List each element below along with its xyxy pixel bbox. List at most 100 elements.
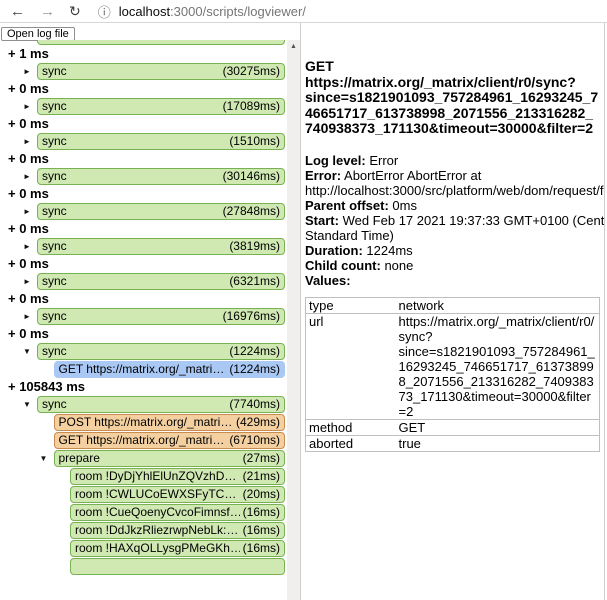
tree-row: ▼sync(7740ms) xyxy=(0,396,285,413)
table-key-cell: aborted xyxy=(306,435,396,451)
log-item[interactable]: POST https://matrix.org/_matri…(429ms) xyxy=(54,414,286,431)
expander-collapsed-icon[interactable]: ► xyxy=(20,137,37,146)
time-gap-label: + 0 ms xyxy=(8,187,285,201)
log-item[interactable]: sync(17089ms) xyxy=(37,98,285,115)
logviewer-app: Open log file + 1 ms►sync(30275ms)+ 0 ms… xyxy=(0,23,607,600)
log-item[interactable]: room !HAXqOLLysgPMeGKh…(16ms) xyxy=(70,540,285,557)
log-item[interactable]: sync(30275ms) xyxy=(37,63,285,80)
tree-row: ► sync (3819ms) xyxy=(0,238,285,255)
detail-field-label: Duration: xyxy=(305,243,363,258)
table-row: methodGET xyxy=(306,419,600,435)
site-info-icon[interactable]: ⓘ xyxy=(98,2,111,21)
reload-button[interactable]: ↻ xyxy=(69,4,81,19)
log-item-caption: sync xyxy=(42,239,67,254)
log-item[interactable]: room !CWLUCoEWXSFyTC… (20ms) xyxy=(70,486,285,503)
detail-field-value: Error xyxy=(369,153,398,168)
tree-row: ►sync(27848ms) xyxy=(0,203,285,220)
log-item[interactable]: room !CueQoenyCvcoFimnsf…(16ms) xyxy=(70,504,285,521)
log-item-caption: sync xyxy=(42,99,67,114)
expander-collapsed-icon[interactable]: ► xyxy=(20,207,37,216)
log-item-duration: (1224ms) xyxy=(226,344,280,359)
tree-row: GET https://matrix.org/_matri…(6710ms) xyxy=(0,432,285,449)
timeline-scrollbar[interactable]: ▲ xyxy=(287,40,300,600)
log-item-caption: sync xyxy=(42,344,67,359)
time-gap-label: + 0 ms xyxy=(8,117,285,131)
log-item-caption: sync xyxy=(42,397,67,412)
log-item-duration: (20ms) xyxy=(240,487,280,502)
values-table-body: typenetworkurlhttps://matrix.org/_matrix… xyxy=(306,297,600,451)
expander-expanded-icon[interactable]: ▼ xyxy=(37,454,54,463)
expander-collapsed-icon[interactable]: ► xyxy=(20,242,37,251)
detail-field-value: 1224ms xyxy=(366,243,412,258)
detail-field: Duration: 1224ms xyxy=(305,243,605,258)
log-item[interactable]: room !DdJkzRliezrwpNebLk:…(16ms) xyxy=(70,522,285,539)
tree-row xyxy=(0,40,285,45)
tree-row: POST https://matrix.org/_matri…(429ms) xyxy=(0,414,285,431)
log-item[interactable] xyxy=(70,558,285,575)
open-log-file-button[interactable]: Open log file xyxy=(1,27,75,41)
log-item[interactable]: sync(7740ms) xyxy=(37,396,285,413)
detail-field: Values: xyxy=(305,273,605,288)
tree-row: GET https://matrix.org/_matri…(1224ms) xyxy=(0,361,285,378)
url-bar[interactable]: localhost:3000/scripts/logviewer/ xyxy=(119,4,306,19)
expander-collapsed-icon[interactable]: ► xyxy=(20,102,37,111)
table-row: abortedtrue xyxy=(306,435,600,451)
log-item-duration: (16ms) xyxy=(240,523,280,538)
time-gap-label: + 0 ms xyxy=(8,327,285,341)
log-item-caption: sync xyxy=(42,64,67,79)
log-item-duration: (6710ms) xyxy=(226,433,280,448)
tree-row: ►sync(17089ms) xyxy=(0,98,285,115)
log-item-caption: room !DyDjYhlElUnZQVzhD… xyxy=(75,469,236,484)
detail-field-label: Child count: xyxy=(305,258,381,273)
detail-field-value: none xyxy=(384,258,413,273)
detail-field-label: Parent offset: xyxy=(305,198,389,213)
log-item[interactable]: sync (3819ms) xyxy=(37,238,285,255)
table-value-cell: network xyxy=(396,297,600,313)
log-item[interactable]: sync(30146ms) xyxy=(37,168,285,185)
log-item[interactable]: prepare(27ms) xyxy=(54,450,286,467)
forward-button[interactable]: → xyxy=(40,4,55,19)
log-item-duration: (16ms) xyxy=(240,541,280,556)
log-item[interactable]: sync (1224ms) xyxy=(37,343,285,360)
expander-collapsed-icon[interactable]: ► xyxy=(20,277,37,286)
table-row: typenetwork xyxy=(306,297,600,313)
expander-collapsed-icon[interactable]: ► xyxy=(20,312,37,321)
values-table: typenetworkurlhttps://matrix.org/_matrix… xyxy=(305,297,600,452)
expander-collapsed-icon[interactable]: ► xyxy=(20,172,37,181)
time-gap-label: + 0 ms xyxy=(8,152,285,166)
log-item[interactable]: sync(1510ms) xyxy=(37,133,285,150)
log-item-caption: sync xyxy=(42,169,67,184)
expander-expanded-icon[interactable]: ▼ xyxy=(20,400,37,409)
log-item-caption: room !CueQoenyCvcoFimnsf… xyxy=(75,505,240,520)
log-item-duration: (21ms) xyxy=(240,469,280,484)
log-item-duration: (3819ms) xyxy=(226,239,280,254)
tree-row: ►sync(6321ms) xyxy=(0,273,285,290)
expander-collapsed-icon[interactable]: ► xyxy=(20,67,37,76)
detail-field-value: 0ms xyxy=(392,198,417,213)
back-button[interactable]: ← xyxy=(10,4,25,19)
scrollbar-up-icon[interactable]: ▲ xyxy=(287,40,300,53)
log-item-caption: room !CWLUCoEWXSFyTC… xyxy=(75,487,236,502)
tree-row: room !DdJkzRliezrwpNebLk:…(16ms) xyxy=(0,522,285,539)
log-item[interactable]: room !DyDjYhlElUnZQVzhD… (21ms) xyxy=(70,468,285,485)
expander-expanded-icon[interactable]: ▼ xyxy=(20,347,37,356)
table-key-cell: url xyxy=(306,313,396,419)
log-item-caption: sync xyxy=(42,309,67,324)
browser-chrome: ← → ↻ ⓘ localhost:3000/scripts/logviewer… xyxy=(0,0,607,23)
log-item[interactable]: sync(6321ms) xyxy=(37,273,285,290)
request-title: GET https://matrix.org/_matrix/client/r0… xyxy=(305,59,599,137)
log-item-duration: (16976ms) xyxy=(220,309,280,324)
log-item-caption: prepare xyxy=(59,451,100,466)
timeline-scroller: + 1 ms►sync(30275ms)+ 0 ms►sync(17089ms)… xyxy=(0,40,300,600)
log-item[interactable]: GET https://matrix.org/_matri…(6710ms) xyxy=(54,432,286,449)
log-item[interactable] xyxy=(37,40,285,45)
tree-row: ▼prepare(27ms) xyxy=(0,450,285,467)
log-item-selected[interactable]: GET https://matrix.org/_matri…(1224ms) xyxy=(54,361,286,378)
table-key-cell: type xyxy=(306,297,396,313)
log-item[interactable]: sync (16976ms) xyxy=(37,308,285,325)
log-item-caption: GET https://matrix.org/_matri… xyxy=(59,362,225,377)
detail-field-label: Log level: xyxy=(305,153,366,168)
log-item[interactable]: sync(27848ms) xyxy=(37,203,285,220)
time-gap-label: + 1 ms xyxy=(8,47,285,61)
log-item-caption: sync xyxy=(42,204,67,219)
